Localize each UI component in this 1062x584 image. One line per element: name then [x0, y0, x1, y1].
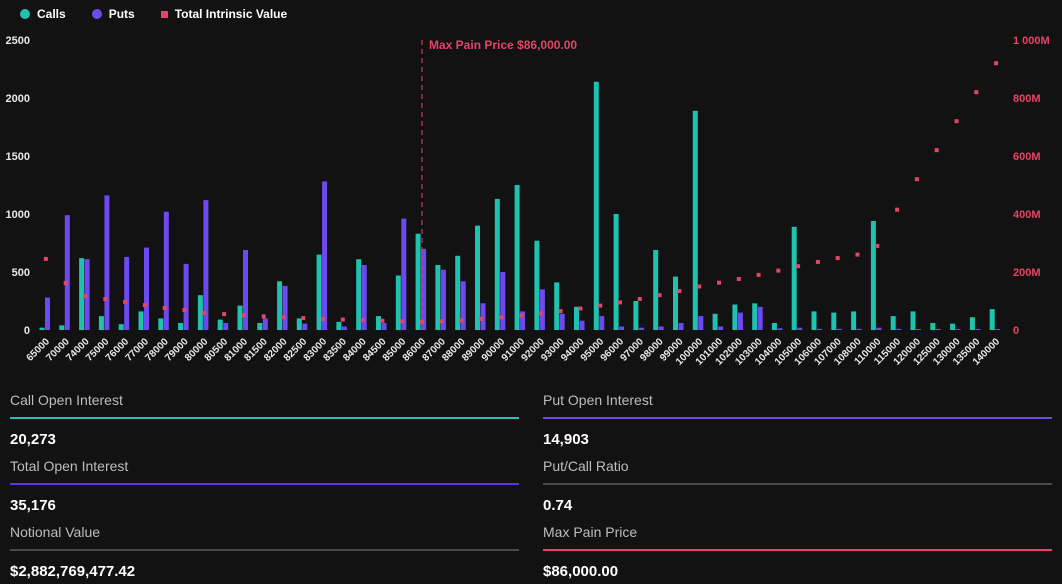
svg-text:1500: 1500 — [6, 151, 30, 163]
stat-accent-line — [543, 483, 1052, 485]
svg-text:500: 500 — [12, 267, 30, 279]
legend-puts-label: Puts — [109, 7, 135, 21]
stat-value: $86,000.00 — [543, 563, 1052, 580]
stat-accent-line — [10, 417, 519, 419]
legend-item-puts[interactable]: Puts — [92, 7, 135, 21]
stat-total-open-interest: Total Open Interest 35,176 — [10, 448, 519, 514]
legend-calls-label: Calls — [37, 7, 66, 21]
max-pain-chart-section: Calls Puts Total Intrinsic Value 0 500 100… — [0, 0, 1062, 380]
svg-text:800M: 800M — [1013, 93, 1041, 105]
stat-value: 35,176 — [10, 497, 519, 514]
stat-value: 20,273 — [10, 431, 519, 448]
calls-bars[interactable] — [40, 82, 995, 330]
stat-value: 14,903 — [543, 431, 1052, 448]
legend-item-calls[interactable]: Calls — [20, 7, 66, 21]
calls-marker-icon — [20, 9, 30, 19]
stat-value: 0.74 — [543, 497, 1052, 514]
legend-item-intrinsic[interactable]: Total Intrinsic Value — [161, 7, 287, 21]
svg-text:200M: 200M — [1013, 267, 1041, 279]
stat-call-open-interest: Call Open Interest 20,273 — [10, 382, 519, 448]
svg-text:0: 0 — [24, 325, 30, 337]
stat-accent-line — [10, 483, 519, 485]
stat-put-call-ratio: Put/Call Ratio 0.74 — [543, 448, 1052, 514]
stat-label: Total Open Interest — [10, 458, 519, 474]
chart-legend: Calls Puts Total Intrinsic Value — [20, 7, 287, 21]
svg-text:600M: 600M — [1013, 151, 1041, 163]
stat-label: Max Pain Price — [543, 524, 1052, 540]
stat-max-pain-price: Max Pain Price $86,000.00 — [543, 514, 1052, 584]
stat-put-open-interest: Put Open Interest 14,903 — [543, 382, 1052, 448]
intrinsic-marker-icon — [161, 11, 168, 18]
svg-text:400M: 400M — [1013, 209, 1041, 221]
stat-accent-line — [543, 417, 1052, 419]
svg-text:2000: 2000 — [6, 93, 30, 105]
stat-label: Put Open Interest — [543, 392, 1052, 408]
stat-value: $2,882,769,477.42 — [10, 563, 519, 580]
right-axis-labels: 0 200M 400M 600M 800M 1 000M — [1013, 35, 1050, 337]
options-open-interest-chart[interactable]: 0 500 1000 1500 2000 2500 0 200M 400M 600M 800M 1 0… — [0, 0, 1062, 380]
left-axis-labels: 0 500 1000 1500 2000 2500 — [6, 35, 30, 337]
stat-notional-value: Notional Value $2,882,769,477.42 — [10, 514, 519, 584]
legend-intrinsic-label: Total Intrinsic Value — [175, 7, 287, 21]
stat-label: Notional Value — [10, 524, 519, 540]
svg-text:1000: 1000 — [6, 209, 30, 221]
svg-text:2500: 2500 — [6, 35, 30, 47]
puts-marker-icon — [92, 9, 102, 19]
stat-accent-line — [543, 549, 1052, 551]
stat-accent-line — [10, 549, 519, 551]
x-axis-labels: 6500070000740007500076000770007800079000… — [25, 336, 1003, 368]
svg-text:0: 0 — [1013, 325, 1019, 337]
stats-grid: Call Open Interest 20,273 Put Open Inter… — [0, 380, 1062, 584]
stat-label: Call Open Interest — [10, 392, 519, 408]
stat-label: Put/Call Ratio — [543, 458, 1052, 474]
svg-text:1 000M: 1 000M — [1013, 35, 1050, 47]
max-pain-annotation: Max Pain Price $86,000.00 — [429, 38, 577, 52]
